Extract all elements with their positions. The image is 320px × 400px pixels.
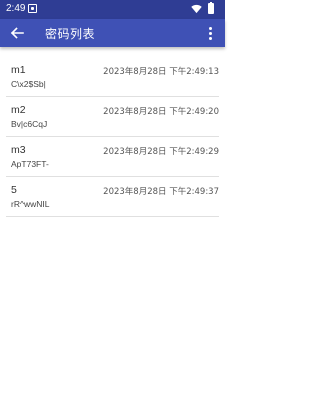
list-item[interactable]: m3 2023年8月28日 下午2:49:29 ApT73FT- [6,137,219,177]
item-date: 2023年8月28日 下午2:49:29 [103,147,219,157]
item-name: m1 [11,64,26,76]
item-name: m3 [11,144,26,156]
item-date: 2023年8月28日 下午2:49:20 [103,107,219,117]
overflow-menu-icon[interactable] [204,24,216,42]
list-item[interactable]: m1 2023年8月28日 下午2:49:13 C\x2$Sb| [6,57,219,97]
status-bar: 2:49 [0,0,225,19]
app-bar: 密码列表 [0,19,225,47]
notification-box-icon [28,4,37,13]
item-date: 2023年8月28日 下午2:49:13 [103,67,219,77]
item-password: C\x2$Sb| [11,79,46,89]
list-item[interactable]: 5 2023年8月28日 下午2:49:37 rR^wwNIL [6,177,219,217]
item-name: 5 [11,184,17,196]
list-item[interactable]: m2 2023年8月28日 下午2:49:20 Bv|c6CqJ [6,97,219,137]
item-password: Bv|c6CqJ [11,119,48,129]
item-name: m2 [11,104,26,116]
status-time: 2:49 [6,3,26,14]
wifi-icon [191,4,202,14]
item-password: rR^wwNIL [11,199,50,209]
page-title: 密码列表 [45,27,96,41]
item-password: ApT73FT- [11,159,49,169]
password-list: m1 2023年8月28日 下午2:49:13 C\x2$Sb| m2 2023… [0,57,225,217]
arrow-back-icon[interactable] [8,24,26,42]
item-date: 2023年8月28日 下午2:49:37 [103,187,219,197]
battery-icon [208,2,214,14]
